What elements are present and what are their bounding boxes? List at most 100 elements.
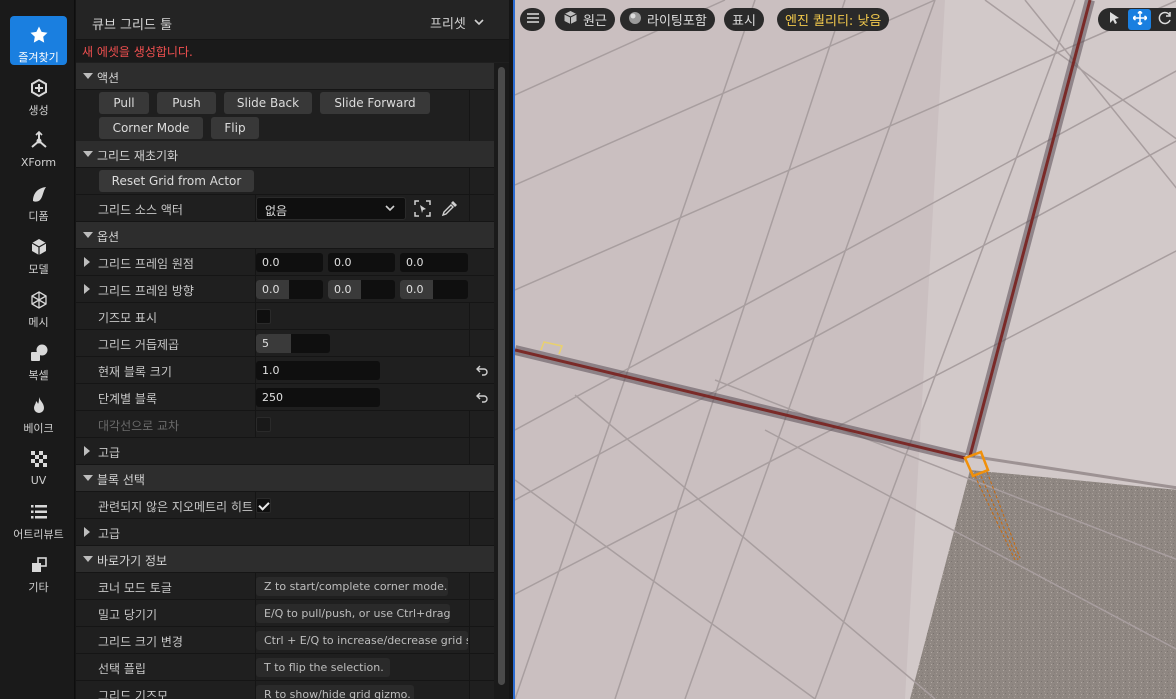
origin-y-input[interactable]: 0.0 [328,253,395,272]
mode-uv[interactable]: UV [10,440,67,489]
transform-tool-group [1098,8,1176,31]
advanced-label: 고급 [98,446,121,460]
mode-label: UV [30,474,47,487]
hamburger-icon [526,12,539,27]
engine-quality-button[interactable]: 엔진 퀄리티: 낮음 [777,8,890,31]
orientation-y-slider[interactable]: 0.0 [328,280,395,299]
show-gizmo-checkbox[interactable] [256,309,271,324]
collapse-caret-icon[interactable] [83,151,93,157]
cursor-arrow-icon [1109,11,1121,28]
shortcut-label: 밀고 당기기 [98,608,158,622]
collapse-caret-icon[interactable] [83,232,93,238]
shortcut-label: 코너 모드 토글 [98,581,172,595]
mode-label: 기타 [28,581,49,594]
mode-xform[interactable]: XForm [10,122,67,171]
pick-actor-icon[interactable] [414,200,431,217]
section-actions[interactable]: 액션 [76,63,494,90]
mode-misc[interactable]: 기타 [10,546,67,595]
orientation-x-slider[interactable]: 0.0 [256,280,323,299]
quality-label: 엔진 퀄리티: 낮음 [785,14,882,29]
corner-mode-button[interactable]: Corner Mode [99,117,203,139]
reset-grid-row: Reset Grid from Actor [76,168,494,195]
mode-favorites[interactable]: 즐겨찾기 [10,16,67,65]
pull-button[interactable]: Pull [99,92,149,114]
preset-dropdown[interactable]: 프리셋 [430,13,484,32]
section-block-selection[interactable]: 블록 선택 [76,465,494,492]
select-tool-button[interactable] [1103,9,1126,30]
mode-toolbar: 즐겨찾기 생성 XForm 디폼 모델 메시 복셀 베이크 UV 어트리뷰트 기… [0,0,75,699]
rotate-tool-button[interactable] [1153,9,1176,30]
show-gizmo-row: 기즈모 표시 [76,303,494,330]
expand-caret-icon[interactable] [84,446,90,456]
reset-grid-from-actor-button[interactable]: Reset Grid from Actor [99,170,254,192]
grid-frame-origin-label: 그리드 프레임 원점 [98,257,194,271]
lighting-button[interactable]: 라이팅포함 [620,8,715,31]
show-button[interactable]: 표시 [724,8,764,31]
mode-create[interactable]: 생성 [10,69,67,118]
section-label: 옵션 [97,230,120,244]
panel-scrollbar[interactable] [494,63,509,699]
hit-unrelated-checkbox[interactable] [256,498,271,513]
deform-icon [28,183,50,204]
origin-z-input[interactable]: 0.0 [400,253,468,272]
current-block-size-row: 현재 블록 크기 1.0 [76,357,494,384]
panel-header: 큐브 그리드 툴 프리셋 [76,0,509,40]
perspective-button[interactable]: 원근 [555,8,615,31]
shortcut-row: 그리드 크기 변경 Ctrl + E/Q to increase/decreas… [76,627,494,654]
section-label: 바로가기 정보 [97,554,168,568]
mode-attributes[interactable]: 어트리뷰트 [10,493,67,542]
mode-voxel[interactable]: 복셀 [10,334,67,383]
collapse-caret-icon[interactable] [83,73,93,79]
block-step-row: 단계별 블록 250 [76,384,494,411]
grid-frame-orientation-row: 그리드 프레임 방향 0.0 0.0 0.0 [76,276,494,303]
section-grid-reinit[interactable]: 그리드 재초기화 [76,141,494,168]
collapse-caret-icon[interactable] [83,475,93,481]
grid-power-slider[interactable]: 5 [256,334,330,353]
reset-to-default-icon[interactable] [475,363,489,377]
section-shortcuts[interactable]: 바로가기 정보 [76,546,494,573]
level-viewport[interactable]: 원근 라이팅포함 표시 엔진 퀄리티: 낮음 [513,0,1176,699]
mode-label: 생성 [28,104,49,117]
scrollbar-thumb[interactable] [498,67,505,685]
reset-to-default-icon[interactable] [475,390,489,404]
mode-mesh[interactable]: 메시 [10,281,67,330]
collapse-caret-icon[interactable] [83,556,93,562]
block-step-input[interactable]: 250 [256,388,380,407]
expand-caret-icon[interactable] [84,284,90,294]
block-selection-advanced-row[interactable]: 고급 [76,519,494,546]
chevron-down-icon [384,202,396,217]
flip-button[interactable]: Flip [211,117,259,139]
chevron-down-icon [474,15,484,30]
translate-tool-button[interactable] [1128,9,1151,30]
expand-caret-icon[interactable] [84,257,90,267]
diagonal-label: 대각선으로 교차 [98,419,180,433]
mode-label: 베이크 [23,422,54,435]
orientation-z-slider[interactable]: 0.0 [400,280,468,299]
rotate-icon [1158,11,1172,28]
shortcut-value: R to show/hide grid gizmo. [256,685,414,699]
shortcut-label: 그리드 기즈모 [98,689,169,699]
mode-bake[interactable]: 베이크 [10,387,67,436]
show-gizmo-label: 기즈모 표시 [98,311,158,325]
mode-model[interactable]: 모델 [10,228,67,277]
push-button[interactable]: Push [157,92,216,114]
section-label: 블록 선택 [97,473,145,487]
viewport-menu-button[interactable] [520,8,545,31]
mode-deform[interactable]: 디폼 [10,175,67,224]
grid-source-actor-dropdown[interactable]: 없음 [256,197,406,220]
section-options[interactable]: 옵션 [76,222,494,249]
current-block-size-input[interactable]: 1.0 [256,361,380,380]
mode-label: 모델 [28,263,49,276]
current-block-size-label: 현재 블록 크기 [98,365,172,379]
options-advanced-row[interactable]: 고급 [76,438,494,465]
slide-back-button[interactable]: Slide Back [224,92,312,114]
shortcut-row: 선택 플립 T to flip the selection. [76,654,494,681]
xform-icon [28,130,50,152]
slide-forward-button[interactable]: Slide Forward [320,92,430,114]
hit-unrelated-label: 관련되지 않은 지오메트리 히트 [98,500,253,514]
eyedropper-icon[interactable] [441,200,458,217]
mode-label: 메시 [28,316,49,329]
expand-caret-icon[interactable] [84,527,90,537]
actions-row-1: Pull Push Slide Back Slide Forward [76,90,494,117]
origin-x-input[interactable]: 0.0 [256,253,323,272]
